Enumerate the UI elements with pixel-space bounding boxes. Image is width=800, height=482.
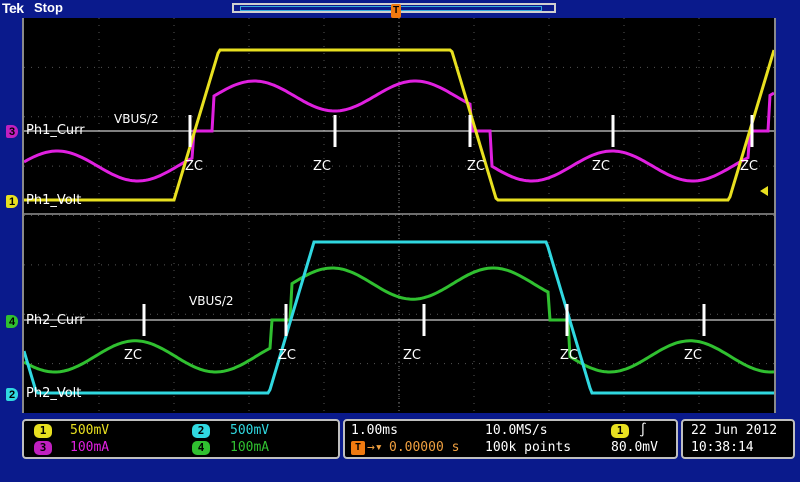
ch2-marker[interactable]: 2	[6, 387, 18, 401]
trigger-delay-icon: T	[351, 441, 365, 455]
ch2-marker-badge: 2	[6, 388, 18, 401]
zc-label: ZC	[560, 348, 578, 363]
date: 22 Jun 2012	[691, 423, 778, 438]
horizontal-settings-panel[interactable]: 1.00ms 10.0MS/s T →▾ 0.00000 s 100k poin…	[343, 419, 678, 459]
ch1-marker[interactable]: 1	[6, 194, 18, 208]
ch3-scale: 100mA	[70, 440, 110, 455]
trigger-position-marker[interactable]: T	[391, 4, 401, 18]
zc-label: ZC	[313, 159, 331, 174]
zc-label: ZC	[185, 159, 203, 174]
ch2-label: Ph2_Volt	[26, 386, 82, 401]
zc-label: ZC	[684, 348, 702, 363]
run-state: Stop	[34, 0, 63, 15]
ch4-scale: 100mA	[230, 440, 270, 455]
datetime-panel: 22 Jun 2012 10:38:14	[681, 419, 795, 459]
trigger-delay: 0.00000 s	[389, 440, 460, 455]
ch4-marker-badge: 4	[6, 315, 18, 328]
trigger-level-marker[interactable]	[760, 186, 768, 196]
zc-label: ZC	[278, 348, 296, 363]
ch3-marker-badge: 3	[6, 125, 18, 138]
ch2-badge: 2	[192, 424, 210, 438]
ch3-marker[interactable]: 3	[6, 124, 18, 138]
zc-label: ZC	[467, 159, 485, 174]
zc-label: ZC	[740, 159, 758, 174]
tek-logo: Tek	[2, 0, 24, 16]
vbus-label-bottom: VBUS/2	[189, 294, 234, 308]
time: 10:38:14	[691, 440, 754, 455]
ch2-scale: 500mV	[230, 423, 270, 438]
ch4-badge: 4	[192, 441, 210, 455]
trigger-source-badge: 1	[611, 424, 629, 438]
timebase: 1.00ms	[351, 423, 398, 438]
trigger-level: 80.0mV	[611, 440, 658, 455]
zc-label: ZC	[124, 348, 142, 363]
oscilloscope-screen: Tek Stop T 3 Ph1_Curr 1 Ph1_Volt 4 Ph2_C…	[0, 0, 800, 482]
ch3-badge: 3	[34, 441, 52, 455]
record-length: 100k points	[485, 440, 572, 455]
ch1-label: Ph1_Volt	[26, 193, 82, 208]
ch4-marker[interactable]: 4	[6, 314, 18, 328]
vbus-label-top: VBUS/2	[114, 112, 159, 126]
rising-edge-icon: ∫	[639, 423, 647, 438]
trigger-delay-arrow-icon: →▾	[367, 440, 383, 455]
vertical-settings-panel[interactable]: 1 500mV 2 500mV 3 100mA 4 100mA	[22, 419, 340, 459]
zc-label: ZC	[592, 159, 610, 174]
bottom-status-bar: 1 500mV 2 500mV 3 100mA 4 100mA 1.00ms 1…	[0, 413, 800, 482]
top-status-bar: Tek Stop T	[0, 0, 800, 18]
sample-rate: 10.0MS/s	[485, 423, 548, 438]
zc-label: ZC	[403, 348, 421, 363]
ch3-label: Ph1_Curr	[26, 123, 85, 138]
ch4-label: Ph2_Curr	[26, 313, 85, 328]
ch1-badge: 1	[34, 424, 52, 438]
ch1-marker-badge: 1	[6, 195, 18, 208]
ch1-scale: 500mV	[70, 423, 110, 438]
